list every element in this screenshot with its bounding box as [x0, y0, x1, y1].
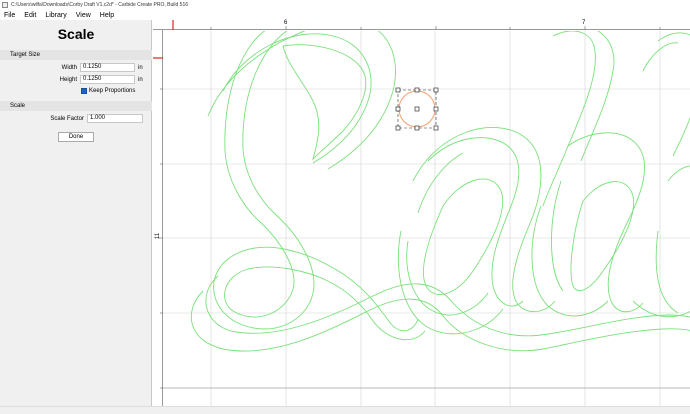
- horizontal-ruler-ticks: [172, 20, 661, 30]
- resize-handle-left[interactable]: [395, 106, 401, 112]
- width-input[interactable]: 0.1250: [80, 63, 135, 72]
- resize-handle-top[interactable]: [414, 87, 420, 93]
- app-icon: [2, 2, 8, 8]
- height-unit: in: [138, 77, 143, 83]
- done-button[interactable]: Done: [58, 132, 94, 142]
- keep-proportions-label: Keep Proportions: [89, 88, 136, 94]
- canvas-grid: [163, 31, 690, 406]
- target-size-section: Target Size: [0, 50, 152, 60]
- resize-handle-bottom[interactable]: [414, 125, 420, 131]
- ruler-label-7: 7: [582, 20, 586, 26]
- resize-handle-bottom-left[interactable]: [395, 125, 401, 131]
- menu-edit[interactable]: Edit: [24, 12, 36, 19]
- move-handle-center[interactable]: [414, 106, 420, 112]
- menu-help[interactable]: Help: [100, 12, 114, 19]
- width-unit: in: [138, 65, 143, 71]
- height-label: Height: [59, 77, 77, 83]
- menu-bar: File Edit Library View Help: [0, 10, 690, 20]
- selected-shape[interactable]: [395, 87, 439, 131]
- scale-factor-input[interactable]: 1.000: [87, 114, 143, 123]
- status-bar: [0, 406, 690, 414]
- vertical-ruler-ticks: [153, 57, 163, 389]
- height-input[interactable]: 0.1250: [80, 75, 135, 84]
- ruler-label-6: 6: [284, 20, 288, 26]
- panel-heading: Scale: [57, 26, 95, 42]
- canvas-drawing: [163, 20, 690, 406]
- menu-file[interactable]: File: [4, 12, 15, 19]
- resize-handle-top-right[interactable]: [433, 87, 439, 93]
- window-title: C:\Users\wilfa\Downloads\Corby Draft V1.…: [11, 2, 189, 8]
- menu-view[interactable]: View: [76, 12, 91, 19]
- width-label: Width: [61, 65, 77, 71]
- design-canvas[interactable]: [163, 20, 690, 406]
- scale-section: Scale: [0, 101, 152, 111]
- scale-factor-label: Scale Factor: [50, 116, 84, 122]
- resize-handle-right[interactable]: [433, 106, 439, 112]
- resize-handle-top-left[interactable]: [395, 87, 401, 93]
- menu-library[interactable]: Library: [45, 12, 66, 19]
- script-lettering-vectors[interactable]: [190, 20, 690, 352]
- keep-proportions-checkbox[interactable]: [81, 88, 87, 94]
- window-titlebar: C:\Users\wilfa\Downloads\Corby Draft V1.…: [0, 0, 690, 10]
- ruler-label-11: 11: [155, 232, 162, 240]
- resize-handle-bottom-right[interactable]: [433, 125, 439, 131]
- horizontal-ruler[interactable]: 6 7: [153, 20, 690, 30]
- scale-panel: Scale Target Size Width 0.1250 in Height…: [0, 20, 152, 406]
- vertical-ruler[interactable]: 11: [153, 30, 163, 406]
